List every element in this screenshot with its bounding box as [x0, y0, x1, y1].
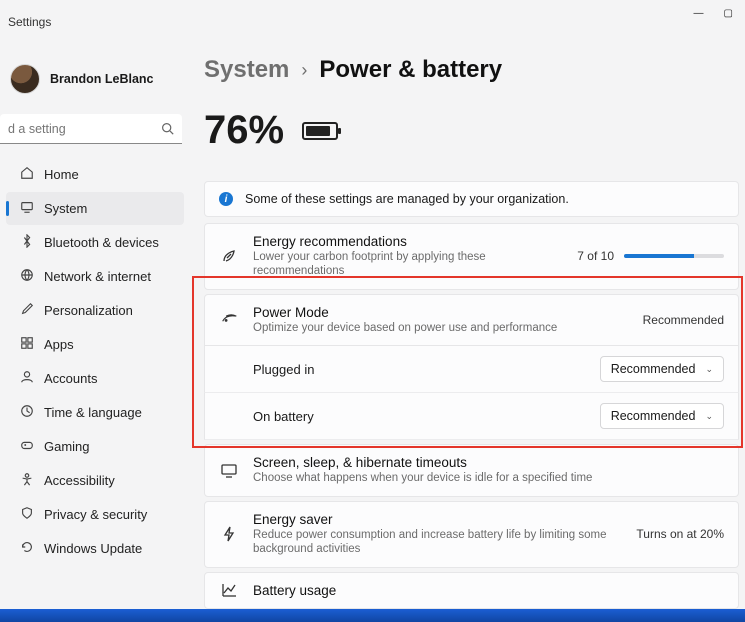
power-mode-status: Recommended [643, 313, 724, 327]
row-title: Energy recommendations [253, 234, 563, 249]
row-subtitle: Optimize your device based on power use … [253, 322, 629, 336]
sidebar-item-label: Apps [44, 337, 74, 352]
chevron-right-icon: › [301, 60, 307, 81]
sidebar-item-label: Bluetooth & devices [44, 235, 159, 250]
clock-icon [20, 404, 34, 421]
battery-percentage: 76% [204, 108, 284, 153]
row-energy-recommendations[interactable]: Energy recommendations Lower your carbon… [204, 223, 739, 290]
search-input[interactable] [0, 114, 182, 144]
row-title: Battery usage [253, 583, 724, 598]
battery-status: 76% [204, 108, 739, 153]
dropdown-value: Recommended [611, 362, 696, 376]
monitor-icon [219, 464, 239, 478]
sidebar: Brandon LeBlanc Home System Bluetooth & de… [0, 44, 190, 622]
grid-icon [20, 336, 34, 353]
subrow-label: On battery [253, 409, 314, 424]
sidebar-item-gaming[interactable]: Gaming [6, 430, 184, 463]
row-title: Power Mode [253, 305, 629, 320]
sidebar-item-label: Accounts [44, 371, 97, 386]
subrow-plugged-in: Plugged in Recommended ⌄ [204, 346, 739, 393]
nav-list: Home System Bluetooth & devices Network & i… [0, 158, 190, 565]
home-icon [20, 166, 34, 183]
sidebar-item-home[interactable]: Home [6, 158, 184, 191]
row-energy-saver[interactable]: Energy saver Reduce power consumption an… [204, 501, 739, 568]
dropdown-value: Recommended [611, 409, 696, 423]
profile[interactable]: Brandon LeBlanc [0, 50, 190, 114]
window-controls: — ▢ [682, 0, 745, 27]
sidebar-item-label: Home [44, 167, 79, 182]
sidebar-item-label: Time & language [44, 405, 142, 420]
energy-saver-icon [219, 526, 239, 542]
person-icon [20, 370, 34, 387]
net-icon [20, 268, 34, 285]
titlebar: Settings — ▢ [0, 0, 745, 44]
taskbar[interactable] [0, 609, 745, 622]
update-icon [20, 540, 34, 557]
chart-icon [219, 583, 239, 597]
sidebar-item-label: Personalization [44, 303, 133, 318]
subrow-on-battery: On battery Recommended ⌄ [204, 393, 739, 440]
info-icon: i [219, 192, 233, 206]
sidebar-item-accessibility[interactable]: Accessibility [6, 464, 184, 497]
org-managed-banner: i Some of these settings are managed by … [204, 181, 739, 217]
sidebar-item-label: Gaming [44, 439, 90, 454]
subrow-label: Plugged in [253, 362, 314, 377]
sidebar-item-apps[interactable]: Apps [6, 328, 184, 361]
chevron-down-icon: ⌄ [705, 364, 713, 375]
row-power-mode[interactable]: Power Mode Optimize your device based on… [204, 294, 739, 347]
row-subtitle: Choose what happens when your device is … [253, 472, 724, 486]
power-mode-icon [219, 311, 239, 328]
energy-saver-status: Turns on at 20% [636, 527, 724, 541]
row-battery-usage[interactable]: Battery usage [204, 572, 739, 609]
energy-recs-progress [624, 254, 724, 258]
battery-icon [302, 122, 338, 140]
row-subtitle: Lower your carbon footprint by applying … [253, 251, 563, 279]
sidebar-item-time-language[interactable]: Time & language [6, 396, 184, 429]
sidebar-item-accounts[interactable]: Accounts [6, 362, 184, 395]
sidebar-item-label: Network & internet [44, 269, 151, 284]
row-screen-sleep-hibernate[interactable]: Screen, sleep, & hibernate timeouts Choo… [204, 444, 739, 497]
access-icon [20, 472, 34, 489]
sidebar-item-label: Privacy & security [44, 507, 147, 522]
leaf-icon [219, 248, 239, 264]
brush-icon [20, 302, 34, 319]
sidebar-item-label: System [44, 201, 87, 216]
main-content: System › Power & battery 76% i Some of t… [190, 44, 745, 622]
breadcrumb: System › Power & battery [204, 56, 739, 84]
sidebar-item-personalization[interactable]: Personalization [6, 294, 184, 327]
minimize-button[interactable]: — [694, 8, 704, 19]
banner-text: Some of these settings are managed by yo… [245, 192, 569, 206]
page-title: Power & battery [319, 56, 502, 84]
sidebar-item-network-internet[interactable]: Network & internet [6, 260, 184, 293]
sidebar-item-bluetooth-devices[interactable]: Bluetooth & devices [6, 226, 184, 259]
energy-recs-count: 7 of 10 [577, 249, 614, 263]
sidebar-item-label: Accessibility [44, 473, 115, 488]
row-title: Screen, sleep, & hibernate timeouts [253, 455, 724, 470]
system-icon [20, 200, 34, 217]
on-battery-dropdown[interactable]: Recommended ⌄ [600, 403, 724, 429]
plugged-in-dropdown[interactable]: Recommended ⌄ [600, 356, 724, 382]
profile-name: Brandon LeBlanc [50, 72, 154, 86]
row-subtitle: Reduce power consumption and increase ba… [253, 529, 622, 557]
breadcrumb-parent[interactable]: System [204, 56, 289, 84]
sidebar-item-label: Windows Update [44, 541, 142, 556]
avatar [10, 64, 40, 94]
chevron-down-icon: ⌄ [705, 411, 713, 422]
sidebar-item-system[interactable]: System [6, 192, 184, 225]
bt-icon [20, 234, 34, 251]
search-icon [161, 122, 174, 138]
game-icon [20, 438, 34, 455]
row-title: Energy saver [253, 512, 622, 527]
sidebar-item-windows-update[interactable]: Windows Update [6, 532, 184, 565]
app-title: Settings [8, 15, 51, 29]
maximize-button[interactable]: ▢ [724, 8, 733, 19]
search-box[interactable] [0, 114, 182, 144]
sidebar-item-privacy-security[interactable]: Privacy & security [6, 498, 184, 531]
shield-icon [20, 506, 34, 523]
